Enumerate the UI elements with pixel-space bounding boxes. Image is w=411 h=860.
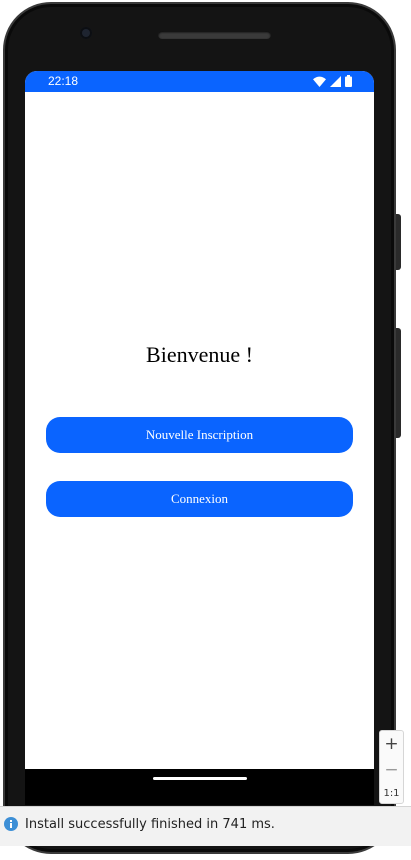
zoom-controls: + − 1:1 (379, 730, 404, 804)
power-button[interactable] (396, 214, 401, 270)
status-icons (313, 75, 352, 87)
earpiece-speaker (158, 31, 271, 39)
actual-size-button[interactable]: 1:1 (380, 787, 403, 801)
volume-button[interactable] (396, 328, 401, 438)
device-screen: 22:18 Bienvenue ! Nouvelle Inscription C… (25, 71, 374, 769)
emulator-window: 22:18 Bienvenue ! Nouvelle Inscription C… (0, 0, 411, 860)
front-camera-icon (80, 27, 92, 39)
notification-bar: Install successfully finished in 741 ms. (0, 806, 411, 846)
zoom-in-button[interactable]: + (380, 733, 403, 755)
info-icon (4, 817, 18, 831)
zoom-out-button[interactable]: − (380, 759, 403, 781)
navigation-bar (25, 769, 374, 805)
login-button[interactable]: Connexion (46, 481, 353, 517)
status-time: 22:18 (48, 74, 79, 88)
notification-message: Install successfully finished in 741 ms. (25, 817, 275, 832)
status-bar: 22:18 (25, 71, 374, 92)
wifi-icon (313, 76, 326, 87)
welcome-title: Bienvenue ! (146, 342, 253, 367)
battery-icon (345, 75, 352, 87)
cell-signal-icon (330, 75, 341, 87)
home-indicator[interactable] (153, 777, 247, 780)
new-registration-button[interactable]: Nouvelle Inscription (46, 417, 353, 453)
